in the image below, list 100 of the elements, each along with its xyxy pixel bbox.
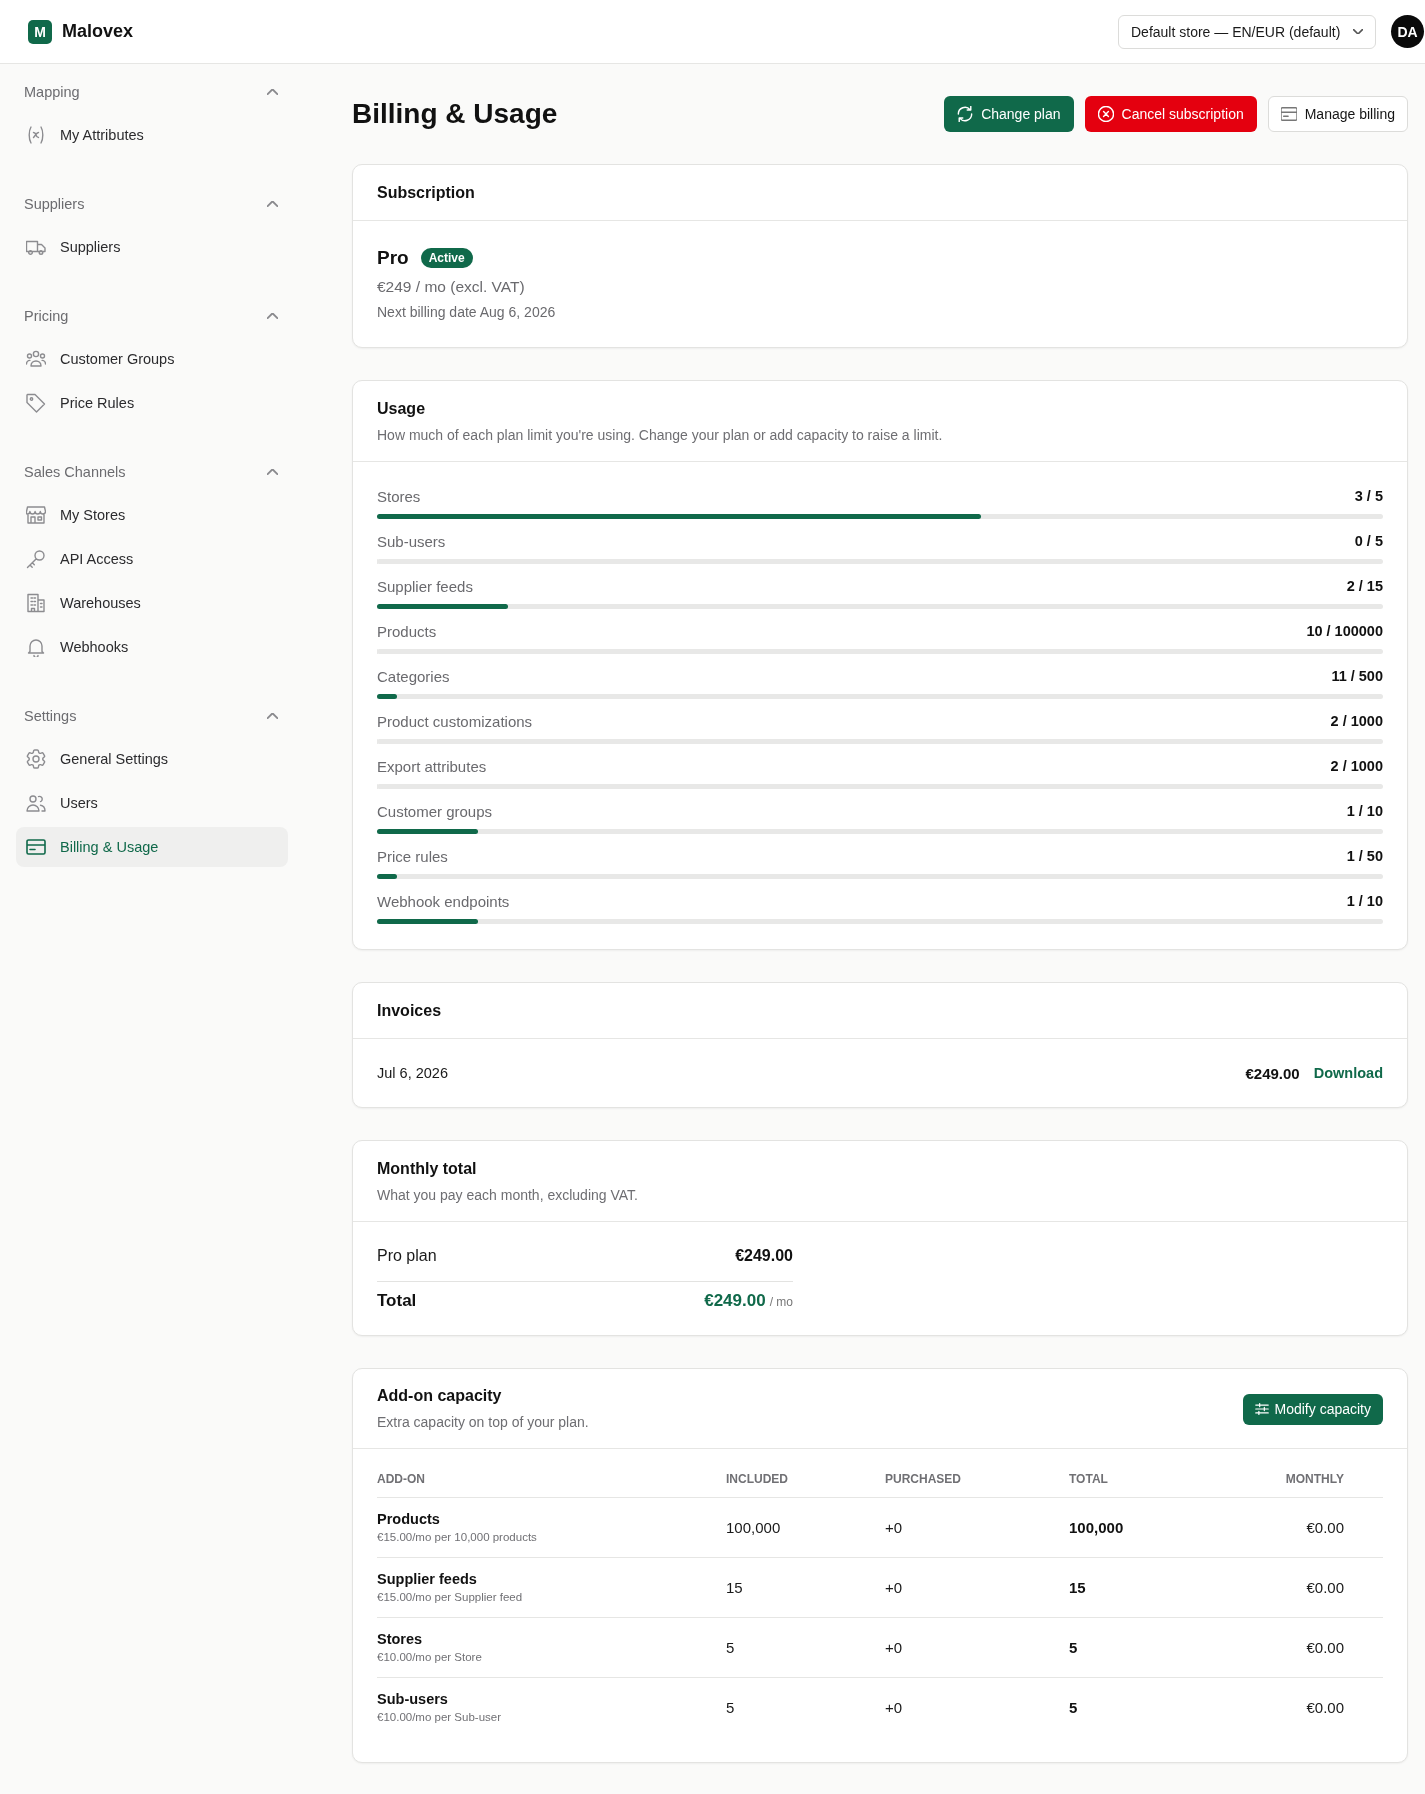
usage-reading: 3 / 5 [1354, 488, 1383, 504]
user-avatar[interactable]: DA [1391, 15, 1424, 48]
sidebar-item[interactable]: Suppliers [16, 227, 288, 267]
usage-reading: 1 / 10 [1346, 803, 1383, 819]
column-header: TOTAL [1069, 1471, 1109, 1487]
section-heading: Settings [24, 707, 77, 726]
store-select[interactable]: Default store — EN/EUR (default) [1118, 14, 1376, 49]
usage-label: Supplier feeds [377, 577, 473, 595]
table-cell-text: +0 [885, 1578, 904, 1596]
sidebar-item[interactable]: My Stores [16, 495, 288, 535]
chevron-up-icon[interactable] [267, 89, 278, 95]
sidebar-item[interactable]: Webhooks [16, 627, 288, 667]
usage-label: Customer groups [377, 802, 493, 820]
usage-reading: 1 / 50 [1346, 848, 1383, 864]
usage-reading: 2 / 1000 [1330, 758, 1383, 774]
card-title: Subscription [377, 182, 475, 203]
usage-reading: 10 / 100000 [1306, 623, 1383, 639]
total-amount: €249.00 [704, 1291, 766, 1311]
sidebar-item[interactable]: Billing & Usage [16, 827, 288, 867]
section-heading: Sales Channels [24, 463, 126, 482]
modify-capacity-button[interactable]: Modify capacity [1242, 1393, 1383, 1425]
table-cell-text: +0 [885, 1518, 904, 1536]
table-cell-text: 5 [1069, 1698, 1079, 1716]
chevron-up-icon[interactable] [267, 713, 278, 719]
column-header: MONTHLY [1284, 1471, 1344, 1487]
table-cell-text: 5 [726, 1638, 736, 1656]
usage-label: Sub-users [377, 532, 446, 550]
download-link[interactable]: Download [1313, 1065, 1383, 1081]
table-cell-text: +0 [885, 1638, 904, 1656]
sidebar-item[interactable]: API Access [16, 539, 288, 579]
change-plan-button[interactable]: Change plan [944, 96, 1074, 132]
card-title: Monthly total [377, 1159, 478, 1179]
gear-icon [26, 749, 46, 769]
table-cell-text: 100,000 [726, 1518, 782, 1536]
plan-name: Pro [377, 247, 409, 269]
card-description: How much of each plan limit you're using. Change your plan or add capacity to raise a limit. [377, 426, 944, 445]
usage-label: Categories [377, 667, 450, 685]
table-cell-text: €0.00 [1305, 1518, 1344, 1536]
addon-price: €15.00/mo per 10,000 products [377, 1530, 537, 1545]
table-cell-text: €0.00 [1305, 1578, 1344, 1596]
table-cell-text: 100,000 [1069, 1518, 1125, 1536]
usage-label: Stores [377, 487, 421, 505]
card-title: Invoices [377, 1000, 442, 1021]
chevron-up-icon[interactable] [267, 469, 278, 475]
people-group-icon [26, 349, 46, 369]
usage-label: Webhook endpoints [377, 892, 510, 910]
column-header: ADD-ON [377, 1471, 426, 1487]
table-cell-text: 15 [726, 1578, 744, 1596]
brand-name: Malovex [62, 21, 134, 42]
table-cell-text: €0.00 [1305, 1638, 1344, 1656]
card-title: Usage [377, 399, 427, 419]
line-label: Pro plan [377, 1247, 437, 1265]
sidebar-item[interactable]: Price Rules [16, 383, 288, 423]
addon-name: Products [377, 1510, 440, 1529]
credit-card-icon [26, 837, 46, 857]
chevron-up-icon[interactable] [267, 313, 278, 319]
line-amount: €249.00 [735, 1247, 793, 1265]
usage-label: Product customizations [377, 712, 533, 730]
cancel-subscription-button[interactable]: Cancel subscription [1084, 96, 1257, 132]
sidebar-item[interactable]: Warehouses [16, 583, 288, 623]
tag-icon [26, 393, 46, 413]
users-icon [26, 793, 46, 813]
storefront-icon [26, 505, 46, 525]
building-icon [26, 593, 46, 613]
addon-price: €15.00/mo per Supplier feed [377, 1590, 523, 1605]
sidebar-item[interactable]: General Settings [16, 739, 288, 779]
usage-label: Export attributes [377, 757, 487, 775]
sidebar-item[interactable]: My Attributes [16, 115, 288, 155]
key-icon [26, 549, 46, 569]
sidebar-item[interactable]: Users [16, 783, 288, 823]
section-heading: Mapping [24, 83, 80, 102]
addon-name: Sub-users [377, 1690, 448, 1709]
plan-price: €249 / mo (excl. VAT) [377, 277, 526, 297]
card-description: What you pay each month, excluding VAT. [377, 1186, 639, 1205]
next-billing-date: Next billing date Aug 6, 2026 [377, 303, 557, 322]
status-badge: Active [420, 248, 473, 268]
usage-reading: 2 / 15 [1346, 578, 1383, 594]
chevron-up-icon[interactable] [267, 201, 278, 207]
credit-card-icon [1280, 106, 1297, 122]
manage-billing-button[interactable]: Manage billing [1267, 96, 1408, 132]
sidebar-item[interactable]: Customer Groups [16, 339, 288, 379]
usage-reading: 1 / 10 [1346, 893, 1383, 909]
usage-label: Price rules [377, 847, 448, 865]
chevron-down-icon [1353, 29, 1363, 34]
invoice-date: Jul 6, 2026 [377, 1065, 448, 1081]
column-header: INCLUDED [726, 1471, 789, 1487]
addon-name: Supplier feeds [377, 1570, 477, 1589]
addon-name: Stores [377, 1630, 423, 1649]
logo-badge: M [28, 19, 52, 44]
card-title: Add-on capacity [377, 1386, 503, 1406]
sliders-icon [1254, 1402, 1269, 1416]
page-title: Billing & Usage [352, 97, 558, 131]
bell-icon [26, 637, 46, 657]
card-description: Extra capacity on top of your plan. [377, 1413, 589, 1432]
usage-label: Products [377, 622, 437, 640]
refresh-icon [957, 106, 974, 122]
addon-price: €10.00/mo per Sub-user [377, 1710, 502, 1725]
section-heading: Suppliers [24, 195, 85, 214]
variable-icon [26, 125, 46, 145]
section-heading: Pricing [24, 307, 69, 326]
